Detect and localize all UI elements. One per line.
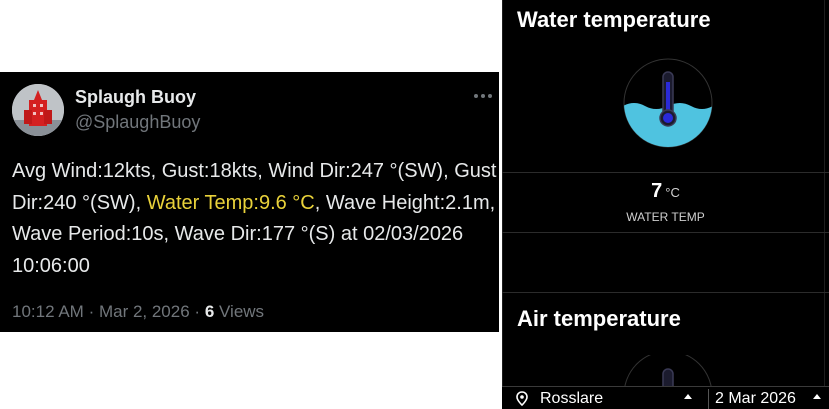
buoy-avatar-icon <box>12 84 64 136</box>
meta-separator: · <box>194 302 205 321</box>
caret-up-icon[interactable] <box>684 394 692 399</box>
tweet-time[interactable]: 10:12 AM <box>12 302 84 321</box>
water-temp-label: WATER TEMP <box>626 210 705 224</box>
location-pin-icon <box>516 391 528 406</box>
location-selector[interactable]: Rosslare <box>540 390 603 408</box>
weather-app-panel: Water temperature 7 °C WATER TEMP Air tem… <box>502 0 829 409</box>
water-temp-unit: °C <box>665 185 680 200</box>
tweet-text: Avg Wind:12kts, Gust:18kts, Wind Dir:247… <box>12 156 497 282</box>
date-selector[interactable]: 2 Mar 2026 <box>715 390 796 408</box>
views-label: Views <box>219 302 265 321</box>
divider <box>708 389 709 409</box>
water-temp-value: 7 °C <box>502 180 829 203</box>
water-temp-number: 7 <box>651 180 663 202</box>
caret-up-icon[interactable] <box>813 394 821 399</box>
display-name[interactable]: Splaugh Buoy <box>75 87 196 108</box>
water-temp-highlight: Water Temp:9.6 °C <box>146 191 315 214</box>
meta-separator: · <box>88 302 99 321</box>
air-temperature-title: Air temperature <box>517 306 681 331</box>
tweet-date[interactable]: Mar 2, 2026 <box>99 302 190 321</box>
views-count: 6 <box>204 302 215 321</box>
divider <box>502 172 829 173</box>
bottom-bar: Rosslare 2 Mar 2026 <box>502 386 829 409</box>
user-handle[interactable]: @SplaughBuoy <box>75 112 200 133</box>
panel-edge <box>502 0 503 409</box>
water-temperature-gauge-icon <box>623 58 713 148</box>
water-temperature-title: Water temperature <box>517 7 711 32</box>
tweet-card[interactable]: Splaugh Buoy @SplaughBuoy Avg Wind:12kts… <box>0 72 499 332</box>
more-horizontal-icon[interactable] <box>472 90 494 102</box>
avatar[interactable] <box>12 84 64 136</box>
divider <box>502 232 829 233</box>
divider <box>502 292 829 293</box>
tweet-meta: 10:12 AM · Mar 2, 2026 · 6 Views <box>12 302 264 322</box>
panel-edge <box>824 0 825 409</box>
